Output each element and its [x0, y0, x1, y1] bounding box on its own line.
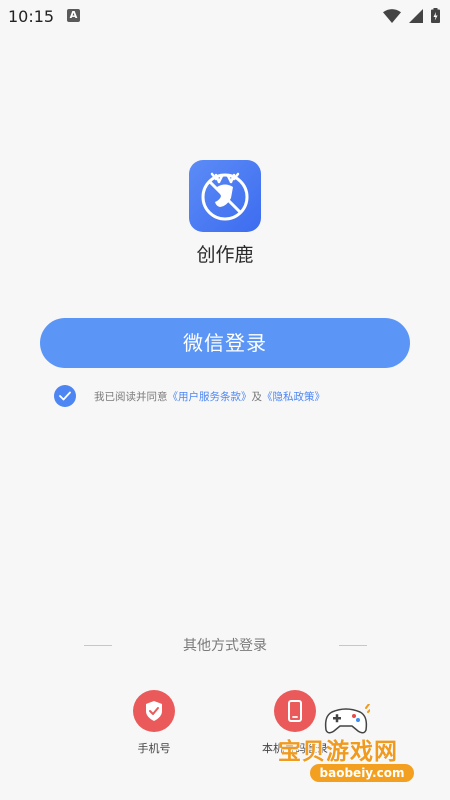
- watermark-title: 宝贝游戏网: [278, 739, 398, 765]
- status-icons: [383, 8, 440, 23]
- agreement-checkbox[interactable]: [54, 385, 76, 407]
- phone-login-label: 手机号: [137, 742, 171, 755]
- wechat-login-button[interactable]: 微信登录: [40, 318, 410, 368]
- watermark: 宝贝游戏网 baobeiy.com: [272, 702, 448, 798]
- other-methods-divider: 其他方式登录: [0, 636, 450, 656]
- wifi-icon: [383, 8, 401, 23]
- shield-check-icon: [146, 701, 162, 721]
- phone-login-button[interactable]: [133, 690, 175, 732]
- checkmark-icon: [59, 391, 71, 401]
- battery-icon: [431, 8, 440, 23]
- status-bar: 10:15 A: [0, 0, 450, 32]
- privacy-link[interactable]: 《隐私政策》: [262, 391, 325, 403]
- agreement-text: 我已阅读并同意《用户服务条款》及《隐私政策》: [94, 389, 325, 404]
- other-methods-label: 其他方式登录: [183, 638, 267, 654]
- agreement-conjunction: 及: [251, 390, 263, 403]
- agreement-row: 我已阅读并同意《用户服务条款》及《隐私政策》: [54, 384, 325, 408]
- a-notification-icon: A: [67, 9, 80, 22]
- app-name: 创作鹿: [196, 244, 254, 266]
- status-time: 10:15: [8, 7, 55, 26]
- deer-logo-icon: [201, 172, 249, 221]
- agreement-prefix: 我已阅读并同意: [94, 390, 168, 403]
- terms-link[interactable]: 《用户服务条款》: [168, 391, 252, 403]
- watermark-url: baobeiy.com: [310, 764, 414, 782]
- app-logo: [189, 160, 261, 232]
- phone-login-option[interactable]: 手机号: [114, 690, 194, 756]
- signal-icon: [409, 8, 423, 23]
- divider-line-right: [339, 645, 367, 646]
